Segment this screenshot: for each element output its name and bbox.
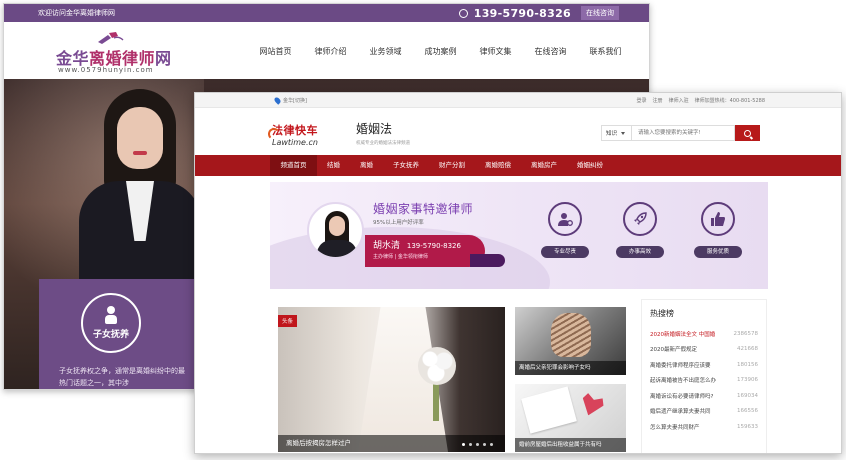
channel-nav: 频道首页 结婚 离婚 子女抚养 财产分割 离婚赔偿 离婚房产 婚姻纠纷 xyxy=(195,155,841,176)
nav-contact[interactable]: 联系我们 xyxy=(578,46,633,57)
location-pin-icon xyxy=(273,96,282,105)
logo-url: www.0579hunyin.com xyxy=(58,66,154,74)
phone-icon xyxy=(458,8,468,18)
lawyer-join-link[interactable]: 律师入驻 xyxy=(669,97,689,104)
section-heading: 婚姻法 权威专业的婚姻法法律频道 xyxy=(356,120,410,146)
nav-lawyer-intro[interactable]: 律师介绍 xyxy=(303,46,358,57)
carousel-dot[interactable] xyxy=(469,443,472,446)
bouquet-image xyxy=(418,347,456,385)
nav-child-custody[interactable]: 子女抚养 xyxy=(383,155,429,176)
hot-search-title: 热搜榜 xyxy=(650,309,674,318)
broken-heart-image xyxy=(578,391,606,419)
list-item[interactable]: 怎么算夫妻共同财产 159633 xyxy=(642,419,766,435)
carousel-dot[interactable] xyxy=(483,443,486,446)
gavel-logo-icon xyxy=(98,32,124,44)
search-bar: 知识 xyxy=(601,125,760,141)
hotline-text: 律师加盟热线：400-801-5288 xyxy=(694,98,765,104)
list-item[interactable]: 离婚诉讼有必要请律师吗? 169034 xyxy=(642,388,766,404)
lawtime-site-window: 金华[切换] 登录 注册 律师入驻 律师加盟热线：400-801-5288 法律… xyxy=(194,92,842,454)
nav-home[interactable]: 网站首页 xyxy=(248,46,303,57)
search-icon xyxy=(744,129,751,137)
logo-swoosh-icon xyxy=(268,128,280,140)
feature-label: 子女抚养 xyxy=(92,330,129,340)
headline-badge: 头条 xyxy=(278,315,298,327)
nav-property-division[interactable]: 财产分割 xyxy=(429,155,475,176)
lawyer-banner[interactable]: 婚姻家事特邀律师 95%以上用户好评率 胡水清 139-5790-8326 主办… xyxy=(270,182,768,289)
nav-practice-areas[interactable]: 业务领域 xyxy=(358,46,413,57)
lawyer-portrait xyxy=(74,89,204,301)
child-icon xyxy=(104,306,118,324)
nav-marriage[interactable]: 结婚 xyxy=(317,155,350,176)
phone-area: 139-5790-8326 在线咨询 xyxy=(458,4,619,22)
screenshot-stage: 欢迎访问金华离婚律师网 139-5790-8326 在线咨询 金华离婚律师网 w… xyxy=(0,0,846,460)
login-link[interactable]: 登录 xyxy=(637,97,647,104)
nav-divorce-property[interactable]: 离婚房产 xyxy=(521,155,567,176)
headline-slide[interactable]: 头条 离婚后按揭房怎样过户 xyxy=(278,307,505,452)
section-subtitle: 权威专业的婚姻法法律频道 xyxy=(356,141,410,146)
carousel-dot[interactable] xyxy=(490,443,493,446)
search-category-select[interactable]: 知识 xyxy=(601,125,631,141)
carousel-dots xyxy=(462,443,493,446)
feature-panel: 子女抚养 子女抚养权之争，通常是离婚纠纷中的最热门话题之一，其中涉 xyxy=(39,279,199,389)
feature-description: 子女抚养权之争，通常是离婚纠纷中的最热门话题之一，其中涉 xyxy=(59,367,185,387)
user-gear-icon xyxy=(558,213,573,226)
list-item[interactable]: 2020最新产假规定 421668 xyxy=(642,342,766,358)
site-logo[interactable]: 金华离婚律师网 www.0579hunyin.com xyxy=(56,32,171,76)
site-header: 金华离婚律师网 www.0579hunyin.com 网站首页 律师介绍 业务领… xyxy=(4,22,649,79)
nav-divorce-compensation[interactable]: 离婚赔偿 xyxy=(475,155,521,176)
top-links: 登录 注册 律师入驻 律师加盟热线：400-801-5288 xyxy=(637,97,765,104)
nav-success-cases[interactable]: 成功案例 xyxy=(413,46,468,57)
lawyer-name-phone: 胡水清 139-5790-8326 xyxy=(373,241,461,251)
thumbs-up-icon xyxy=(711,212,725,226)
top-bar: 欢迎访问金华离婚律师网 139-5790-8326 在线咨询 xyxy=(4,4,649,22)
chevron-down-icon xyxy=(621,131,626,135)
register-link[interactable]: 注册 xyxy=(653,97,663,104)
search-input[interactable] xyxy=(631,125,735,141)
phone-number: 139-5790-8326 xyxy=(473,6,571,20)
nav-channel-home[interactable]: 频道首页 xyxy=(270,155,317,176)
location-switch[interactable]: 金华[切换] xyxy=(273,96,307,105)
nav-marriage-disputes[interactable]: 婚姻纠纷 xyxy=(567,155,613,176)
thumb-caption: 婚前房屋婚后出租收益属于共有吗 xyxy=(515,438,626,452)
feature-quality-service: 服务优质 xyxy=(688,202,748,258)
thumb-caption: 离婚后父亲犯罪会影响子女吗 xyxy=(515,361,626,375)
section-title: 婚姻法 xyxy=(356,122,393,136)
main-nav: 网站首页 律师介绍 业务领域 成功案例 律师文集 在线咨询 联系我们 xyxy=(248,46,633,57)
news-thumb[interactable]: 离婚后父亲犯罪会影响子女吗 xyxy=(515,307,626,375)
top-bar: 金华[切换] 登录 注册 律师入驻 律师加盟热线：400-801-5288 xyxy=(195,93,841,108)
nav-articles[interactable]: 律师文集 xyxy=(468,46,523,57)
welcome-text: 欢迎访问金华离婚律师网 xyxy=(38,9,115,17)
lawtime-logo[interactable]: 法律快车 Lawtime.cn xyxy=(268,122,338,147)
rocket-icon xyxy=(634,212,647,225)
carousel-dot[interactable] xyxy=(462,443,465,446)
consult-button[interactable]: 在线咨询 xyxy=(581,6,619,20)
hot-search-list: 热搜榜 2020新婚姻法全文 中国婚 2386578 2020最新产假规定 4216… xyxy=(641,299,767,453)
nav-online-consult[interactable]: 在线咨询 xyxy=(523,46,578,57)
list-item[interactable]: 起诉离婚被告不出庭怎么办 173906 xyxy=(642,373,766,389)
nav-divorce[interactable]: 离婚 xyxy=(350,155,383,176)
search-button[interactable] xyxy=(735,125,760,141)
banner-title: 婚姻家事特邀律师 xyxy=(373,202,474,216)
lawyer-avatar xyxy=(307,202,364,259)
feature-professional: 专业尽责 xyxy=(535,202,595,258)
child-custody-feature[interactable]: 子女抚养 xyxy=(81,293,141,353)
list-item[interactable]: 离婚委托律师程序应该要 180156 xyxy=(642,357,766,373)
list-item[interactable]: 2020新婚姻法全文 中国婚 2386578 xyxy=(642,326,766,342)
banner-subtitle: 95%以上用户好评率 xyxy=(373,220,424,226)
news-thumb[interactable]: 婚前房屋婚后出租收益属于共有吗 xyxy=(515,384,626,452)
location-text: 金华[切换] xyxy=(283,98,307,104)
lawyer-role: 主办律师 | 金华领衔律师 xyxy=(373,254,428,260)
list-item[interactable]: 婚后遗产继承算夫妻共同 166556 xyxy=(642,404,766,420)
carousel-dot[interactable] xyxy=(476,443,479,446)
rope-knot-image xyxy=(551,313,591,357)
feature-efficient: 办事高效 xyxy=(610,202,670,258)
